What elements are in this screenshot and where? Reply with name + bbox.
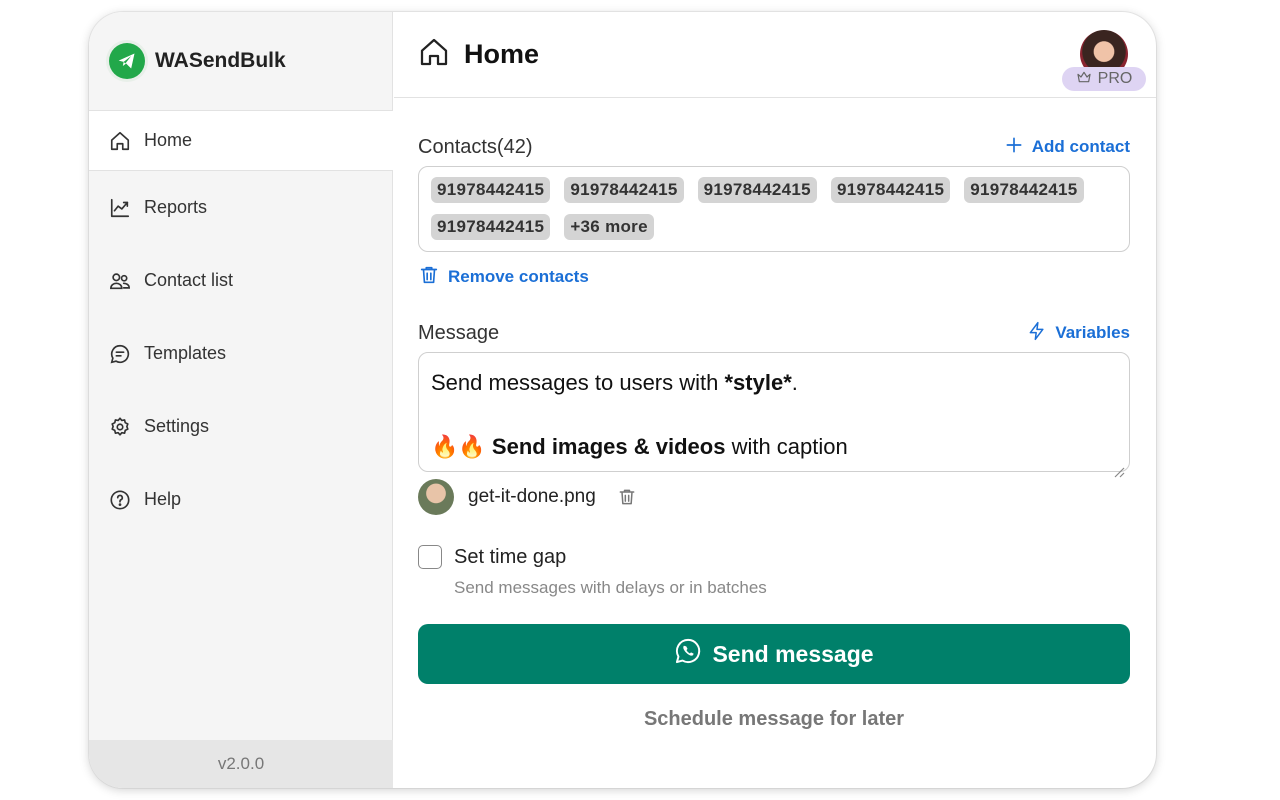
attachment-thumbnail	[418, 479, 454, 515]
more-contacts-chip[interactable]: +36 more	[564, 214, 654, 240]
contact-chip[interactable]: 91978442415	[830, 177, 951, 203]
contacts-header: Contacts(42) Add contact	[418, 132, 1130, 162]
help-icon	[108, 488, 132, 512]
message-bold-text: *style*	[724, 370, 792, 395]
sidebar-item-label: Contact list	[144, 270, 234, 290]
resize-handle-icon[interactable]	[1113, 455, 1125, 478]
message-textarea[interactable]: Send messages to users with *style*. 🔥🔥 …	[418, 352, 1130, 478]
send-message-button[interactable]: Send message	[418, 624, 1130, 684]
attachment-row: get-it-done.png	[418, 478, 1130, 516]
chart-icon	[108, 196, 132, 220]
message-line-1: Send messages to users with *style*.	[431, 367, 1117, 399]
timegap-label: Set time gap	[454, 545, 567, 568]
fire-emoji: 🔥🔥	[431, 434, 486, 459]
page-header: Home PRO	[394, 12, 1156, 98]
sidebar-item-help[interactable]: Help	[89, 463, 393, 536]
sidebar-item-label: Help	[144, 489, 182, 509]
sidebar-item-label: Settings	[144, 416, 210, 436]
contact-chip[interactable]: 91978442415	[964, 177, 1084, 203]
variables-button[interactable]: Variables	[1027, 321, 1130, 346]
contacts-label: Contacts(42)	[418, 135, 533, 158]
plus-icon	[1004, 135, 1024, 160]
sidebar: WASendBulk Home Reports Contact list Tem…	[89, 12, 393, 788]
users-icon	[108, 269, 132, 293]
message-header: Message Variables	[418, 318, 1130, 348]
remove-contacts-label: Remove contacts	[448, 267, 589, 286]
crown-icon	[1076, 69, 1092, 90]
trash-icon[interactable]	[616, 486, 638, 508]
message-icon	[108, 342, 132, 366]
timegap-row: Set time gap	[418, 544, 1130, 570]
lightning-icon	[1027, 321, 1047, 346]
whatsapp-icon	[674, 637, 702, 671]
app-window: WASendBulk Home Reports Contact list Tem…	[89, 12, 1156, 788]
sidebar-item-settings[interactable]: Settings	[89, 390, 393, 463]
main-panel: Home PRO Contacts(42) Add contact 919784…	[394, 12, 1156, 788]
remove-contacts-button[interactable]: Remove contacts	[418, 264, 1130, 290]
add-contact-button[interactable]: Add contact	[1004, 135, 1130, 160]
contact-chip[interactable]: 91978442415	[431, 177, 551, 203]
add-contact-label: Add contact	[1031, 137, 1130, 156]
sidebar-item-contact-list[interactable]: Contact list	[89, 244, 393, 317]
version-label: v2.0.0	[89, 740, 393, 788]
telegram-send-icon	[109, 43, 145, 79]
home-icon	[418, 36, 450, 73]
sidebar-item-templates[interactable]: Templates	[89, 317, 393, 390]
contacts-input[interactable]: 91978442415 91978442415 91978442415 9197…	[418, 166, 1130, 252]
attachment-file-name: get-it-done.png	[468, 486, 596, 507]
sidebar-item-reports[interactable]: Reports	[89, 171, 393, 244]
message-text: Send messages to users with	[431, 370, 725, 395]
sidebar-item-label: Reports	[144, 197, 208, 217]
contact-chip[interactable]: 91978442415	[431, 214, 551, 240]
timegap-checkbox[interactable]	[418, 545, 442, 569]
account-menu[interactable]: PRO	[1062, 30, 1148, 92]
pro-badge: PRO	[1062, 67, 1146, 91]
pro-badge-label: PRO	[1097, 70, 1133, 87]
message-bold-text: Send images & videos	[491, 434, 726, 459]
brand: WASendBulk	[89, 12, 393, 111]
home-icon	[108, 129, 132, 153]
sidebar-item-label: Home	[144, 130, 193, 150]
gear-icon	[108, 415, 132, 439]
variables-label: Variables	[1055, 323, 1130, 342]
brand-name: WASendBulk	[155, 49, 286, 72]
send-message-label: Send message	[712, 640, 874, 667]
message-line-2: 🔥🔥 Send images & videos with caption	[431, 431, 1117, 463]
timegap-help-text: Send messages with delays or in batches	[454, 578, 767, 597]
message-text: .	[791, 370, 798, 395]
message-text: with caption	[725, 434, 848, 459]
sidebar-nav: Home Reports Contact list Templates Sett…	[89, 111, 393, 536]
compose-form: Contacts(42) Add contact 91978442415 919…	[418, 132, 1130, 731]
trash-icon	[418, 264, 440, 291]
contact-chip[interactable]: 91978442415	[564, 177, 684, 203]
sidebar-item-home[interactable]: Home	[89, 111, 393, 171]
schedule-message-link[interactable]: Schedule message for later	[418, 708, 1130, 731]
page-title: Home	[464, 39, 540, 69]
sidebar-item-label: Templates	[144, 343, 227, 363]
message-label: Message	[418, 321, 500, 344]
contact-chip[interactable]: 91978442415	[697, 177, 817, 203]
